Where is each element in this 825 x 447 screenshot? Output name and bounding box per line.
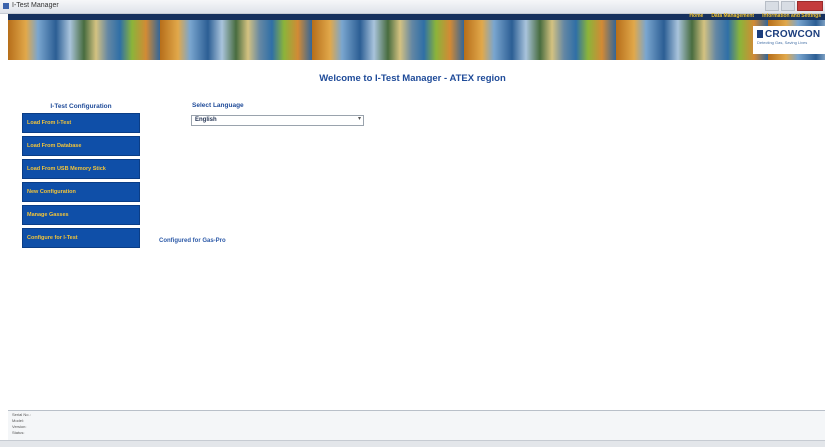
status-model: Model: bbox=[12, 418, 25, 423]
top-nav-strip: Home Data Management Information and Set… bbox=[8, 13, 825, 20]
bottom-bar bbox=[0, 440, 825, 447]
status-state: Status: bbox=[12, 430, 25, 435]
load-from-itest-button[interactable]: Load From I-Test bbox=[22, 113, 140, 133]
configuration-title: I-Test Configuration bbox=[50, 103, 112, 110]
nav-item-home[interactable]: Home bbox=[689, 13, 703, 19]
top-nav: Home Data Management Information and Set… bbox=[689, 13, 821, 19]
crowcon-logo: CROWCON Detecting Gas, Saving Lives bbox=[753, 26, 825, 54]
new-configuration-button[interactable]: New Configuration bbox=[22, 182, 140, 202]
status-serial: Serial No.: bbox=[12, 412, 31, 417]
close-icon[interactable] bbox=[797, 1, 823, 11]
window-controls bbox=[765, 1, 823, 12]
load-from-usb-button[interactable]: Load From USB Memory Stick bbox=[22, 159, 140, 179]
nav-item-information-settings[interactable]: Information and Settings bbox=[762, 13, 821, 19]
app-icon bbox=[3, 3, 9, 9]
load-from-database-button[interactable]: Load From Database bbox=[22, 136, 140, 156]
logo-text: CROWCON bbox=[765, 29, 821, 40]
chevron-down-icon[interactable]: ▾ bbox=[358, 115, 361, 122]
minimize-icon[interactable] bbox=[765, 1, 779, 11]
language-select[interactable]: English ▾ bbox=[191, 115, 364, 126]
maximize-icon[interactable] bbox=[781, 1, 795, 11]
configuration-panel: I-Test Configuration Load From I-Test Lo… bbox=[22, 101, 140, 251]
page-title: Welcome to I-Test Manager - ATEX region bbox=[319, 73, 506, 84]
window-title: I-Test Manager bbox=[12, 2, 59, 9]
configure-for-itest-button[interactable]: Configure for I-Test bbox=[22, 228, 140, 248]
nav-item-data-management[interactable]: Data Management bbox=[711, 13, 754, 19]
title-bar: I-Test Manager bbox=[0, 0, 825, 14]
logo-tagline: Detecting Gas, Saving Lives bbox=[757, 40, 808, 45]
configuration-status: Configured for Gas-Pro bbox=[159, 238, 226, 244]
language-selected-value: English bbox=[195, 117, 217, 123]
header-banner: Home Data Management Information and Set… bbox=[8, 13, 825, 60]
manage-gasses-button[interactable]: Manage Gasses bbox=[22, 205, 140, 225]
language-label: Select Language bbox=[192, 102, 244, 109]
device-status-panel: Serial No.: Model: Version: Status: bbox=[8, 410, 825, 440]
status-version: Version: bbox=[12, 424, 27, 429]
logo-mark-icon bbox=[757, 30, 763, 38]
